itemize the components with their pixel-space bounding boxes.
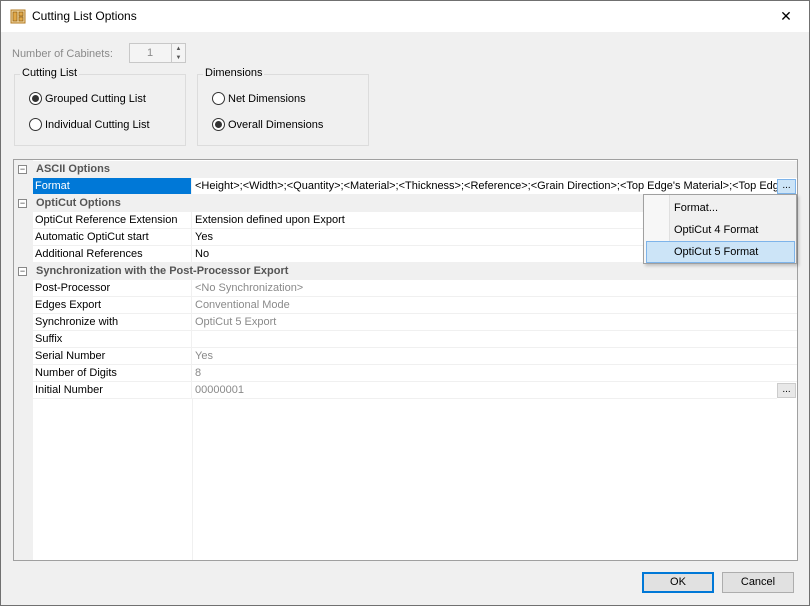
property-name: Post-Processor [33, 280, 192, 297]
close-button[interactable]: ✕ [763, 1, 809, 32]
cabinets-value: 1 [146, 47, 154, 59]
property-value[interactable]: 8 [192, 365, 797, 382]
radio-button-icon [212, 118, 225, 131]
category-label: ASCII Options [36, 163, 110, 175]
radio-overall-dimensions[interactable]: Overall Dimensions [212, 118, 323, 131]
property-name: Edges Export [33, 297, 192, 314]
property-value[interactable]: Conventional Mode [192, 297, 797, 314]
property-row-number-of-digits[interactable]: Number of Digits 8 [14, 365, 797, 382]
close-icon: ✕ [780, 8, 792, 24]
cabinets-label: Number of Cabinets: [12, 48, 113, 60]
property-row-initial-number[interactable]: Initial Number 00000001 ... [14, 382, 797, 399]
dimensions-group-title: Dimensions [203, 67, 265, 79]
property-value[interactable]: 00000001 [192, 382, 777, 399]
property-name: Format [33, 178, 192, 195]
radio-button-icon [29, 118, 42, 131]
property-name: Serial Number [33, 348, 192, 365]
property-value[interactable]: OptiCut 5 Export [192, 314, 797, 331]
radio-label: Grouped Cutting List [45, 92, 146, 105]
cutting-list-group: Cutting List [14, 67, 186, 146]
collapse-icon[interactable]: − [18, 165, 27, 174]
cancel-button[interactable]: Cancel [722, 572, 794, 593]
stepper-up-icon[interactable]: ▲ [172, 44, 185, 53]
cutting-list-group-title: Cutting List [20, 67, 80, 79]
radio-individual-cutting-list[interactable]: Individual Cutting List [29, 118, 150, 131]
column-divider [192, 399, 193, 560]
property-row-post-processor[interactable]: Post-Processor <No Synchronization> [14, 280, 797, 297]
property-row-edges-export[interactable]: Edges Export Conventional Mode [14, 297, 797, 314]
radio-button-icon [29, 92, 42, 105]
property-value[interactable] [192, 331, 797, 348]
dimensions-group: Dimensions [197, 67, 369, 146]
format-dropdown-menu: Format... OptiCut 4 Format OptiCut 5 For… [643, 194, 797, 264]
initial-number-ellipsis-button[interactable]: ... [777, 383, 796, 398]
property-name: Synchronize with [33, 314, 192, 331]
category-label: Synchronization with the Post-Processor … [36, 265, 289, 277]
window-title: Cutting List Options [32, 9, 137, 23]
category-label: OptiCut Options [36, 197, 121, 209]
menu-item-opticut-4-format[interactable]: OptiCut 4 Format [646, 219, 795, 241]
property-row-suffix[interactable]: Suffix [14, 331, 797, 348]
property-name: Suffix [33, 331, 192, 348]
radio-grouped-cutting-list[interactable]: Grouped Cutting List [29, 92, 146, 105]
radio-net-dimensions[interactable]: Net Dimensions [212, 92, 306, 105]
dialog-window: Cutting List Options ✕ Number of Cabinet… [0, 0, 810, 606]
ok-button[interactable]: OK [642, 572, 714, 593]
format-ellipsis-button[interactable]: ... [777, 179, 796, 194]
menu-item-format[interactable]: Format... [646, 197, 795, 219]
radio-label: Overall Dimensions [228, 118, 324, 131]
property-value[interactable]: Yes [192, 348, 797, 365]
stepper-down-icon[interactable]: ▼ [172, 53, 185, 62]
property-value[interactable]: <No Synchronization> [192, 280, 797, 297]
property-name: Initial Number [33, 382, 192, 399]
cabinets-stepper[interactable]: 1 ▲ ▼ [129, 43, 186, 63]
property-name: Additional References [33, 246, 192, 263]
collapse-icon[interactable]: − [18, 199, 27, 208]
radio-button-icon [212, 92, 225, 105]
property-value[interactable]: <Height>;<Width>;<Quantity>;<Material>;<… [192, 178, 777, 195]
property-row-synchronize-with[interactable]: Synchronize with OptiCut 5 Export [14, 314, 797, 331]
property-row-serial-number[interactable]: Serial Number Yes [14, 348, 797, 365]
category-synchronization[interactable]: − Synchronization with the Post-Processo… [14, 263, 797, 280]
cutting-list-icon [10, 8, 26, 24]
category-ascii-options[interactable]: − ASCII Options [14, 161, 797, 178]
title-bar: Cutting List Options ✕ [1, 1, 809, 32]
property-name: Automatic OptiCut start [33, 229, 192, 246]
collapse-icon[interactable]: − [18, 267, 27, 276]
radio-label: Individual Cutting List [45, 118, 150, 131]
radio-label: Net Dimensions [228, 92, 306, 105]
menu-item-opticut-5-format[interactable]: OptiCut 5 Format [646, 241, 795, 263]
property-row-format[interactable]: Format <Height>;<Width>;<Quantity>;<Mate… [14, 178, 797, 195]
property-name: Number of Digits [33, 365, 192, 382]
property-name: OptiCut Reference Extension [33, 212, 192, 229]
